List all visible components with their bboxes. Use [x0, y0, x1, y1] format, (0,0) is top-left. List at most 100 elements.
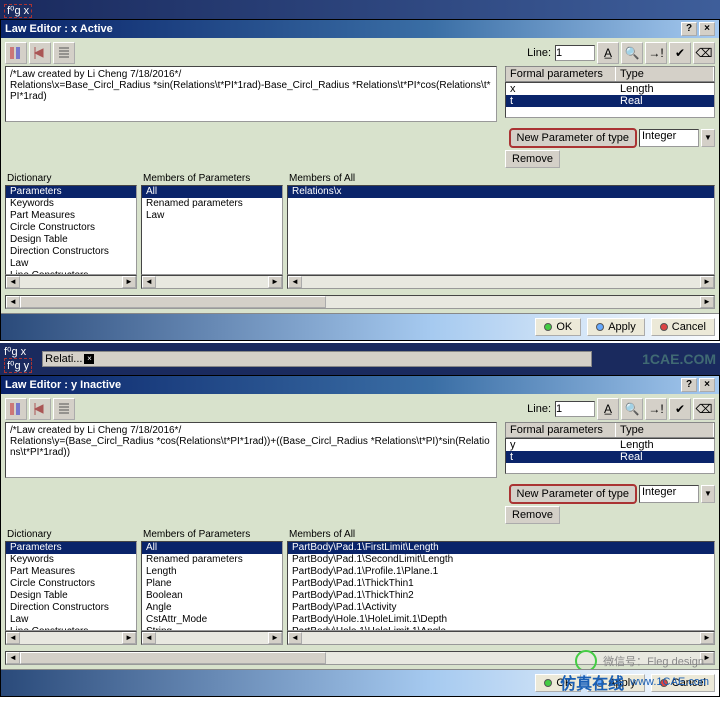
window-title: Law Editor : y Inactive [5, 379, 121, 391]
members-all-header: Members of All [287, 528, 715, 541]
tool-btn-2[interactable] [29, 398, 51, 420]
type-dropdown-arrow[interactable]: ▼ [701, 129, 715, 147]
fp-list[interactable]: yLength tReal [505, 438, 715, 474]
close-button[interactable]: × [699, 22, 715, 36]
tool-arrow-btn[interactable]: →! [645, 42, 667, 64]
fog-x-label: f⁰g x [4, 4, 32, 18]
fp-list[interactable]: xLength tReal [505, 82, 715, 118]
list-item: PartBody\Hole.1\HoleLimit.1\Depth [288, 614, 714, 626]
members-params-list[interactable]: All Renamed parameters Law [141, 185, 283, 275]
hscroll[interactable]: ◄► [287, 631, 715, 645]
list-item: Circle Constructors [6, 222, 136, 234]
tool-check-btn[interactable]: ✔ [669, 42, 691, 64]
remove-button[interactable]: Remove [505, 506, 560, 524]
list-item: Design Table [6, 234, 136, 246]
list-item: CstAttr_Mode [142, 614, 282, 626]
new-parameter-button[interactable]: New Parameter of type [509, 128, 638, 148]
list-item: Renamed parameters [142, 554, 282, 566]
tool-font-btn[interactable]: A̲ [597, 42, 619, 64]
apply-button[interactable]: Apply [587, 318, 645, 336]
members-params-header: Members of Parameters [141, 528, 283, 541]
list-item: Law [6, 258, 136, 270]
mid-strip: f⁰g x f⁰g y Relati... × 1CAE.COM [0, 343, 720, 375]
tool-find-btn[interactable]: 🔍 [621, 398, 643, 420]
cancel-icon [660, 323, 668, 331]
list-item: Length [142, 566, 282, 578]
close-icon[interactable]: × [84, 354, 94, 364]
tool-btn-1[interactable] [5, 398, 27, 420]
remove-button[interactable]: Remove [505, 150, 560, 168]
list-item: PartBody\Pad.1\Activity [288, 602, 714, 614]
members-params-list[interactable]: All Renamed parameters Length Plane Bool… [141, 541, 283, 631]
tool-btn-3[interactable] [53, 398, 75, 420]
list-item: PartBody\Pad.1\Profile.1\Plane.1 [288, 566, 714, 578]
tool-eraser-btn[interactable]: ⌫ [693, 398, 715, 420]
dialog-footer: OK Apply Cancel 仿真在线 www.1CAE.com [1, 669, 719, 696]
fp-row: tReal [506, 95, 714, 107]
list-item: PartBody\Pad.1\FirstLimit\Length [288, 542, 714, 554]
apply-icon [596, 323, 604, 331]
fp-row: yLength [506, 439, 714, 451]
list-item: PartBody\Pad.1\ThickThin2 [288, 590, 714, 602]
line-input[interactable] [555, 401, 595, 417]
type-select[interactable]: Integer [639, 485, 699, 503]
law-editor-x-window: Law Editor : x Active ? × Line: A̲ 🔍 →! … [0, 19, 720, 341]
new-parameter-button[interactable]: New Parameter of type [509, 484, 638, 504]
list-item: Design Table [6, 590, 136, 602]
hscroll[interactable]: ◄► [141, 631, 283, 645]
main-hscroll[interactable]: ◄► [5, 295, 715, 309]
list-item: Part Measures [6, 566, 136, 578]
type-dropdown-arrow[interactable]: ▼ [701, 485, 715, 503]
tool-btn-2[interactable] [29, 42, 51, 64]
fp-row: xLength [506, 83, 714, 95]
dictionary-list[interactable]: Parameters Keywords Part Measures Circle… [5, 541, 137, 631]
tool-btn-1[interactable] [5, 42, 27, 64]
dialog-footer: OK Apply Cancel [1, 313, 719, 340]
formula-textarea[interactable]: /*Law created by Li Cheng 7/18/2016*/ Re… [5, 422, 497, 478]
help-button[interactable]: ? [681, 22, 697, 36]
relations-toolbar[interactable]: Relati... × [42, 351, 592, 367]
hscroll[interactable]: ◄► [5, 275, 137, 289]
formula-textarea[interactable]: /*Law created by Li Cheng 7/18/2016*/ Re… [5, 66, 497, 122]
members-params-header: Members of Parameters [141, 172, 283, 185]
ok-button[interactable]: OK [535, 318, 581, 336]
tool-eraser-btn[interactable]: ⌫ [693, 42, 715, 64]
list-item: Relations\x [288, 186, 714, 198]
close-button[interactable]: × [699, 378, 715, 392]
list-item: Parameters [6, 186, 136, 198]
hscroll[interactable]: ◄► [141, 275, 283, 289]
list-item: Boolean [142, 590, 282, 602]
fp-col-name: Formal parameters [506, 67, 616, 81]
law-editor-y-window: Law Editor : y Inactive ? × Line: A̲ 🔍 →… [0, 375, 720, 697]
members-all-list[interactable]: PartBody\Pad.1\FirstLimit\Length PartBod… [287, 541, 715, 631]
fp-header: Formal parameters Type [505, 66, 715, 82]
watermark-1cae: 1CAE.COM [642, 351, 716, 367]
tool-find-btn[interactable]: 🔍 [621, 42, 643, 64]
main-hscroll[interactable]: ◄► 微信号：Fleg design [5, 651, 715, 665]
members-all-header: Members of All [287, 172, 715, 185]
list-item: Renamed parameters [142, 198, 282, 210]
tool-font-btn[interactable]: A̲ [597, 398, 619, 420]
fp-header: Formal parameters Type [505, 422, 715, 438]
members-all-list[interactable]: Relations\x [287, 185, 715, 275]
list-item: Direction Constructors [6, 246, 136, 258]
list-item: Angle [142, 602, 282, 614]
line-input[interactable] [555, 45, 595, 61]
hscroll[interactable]: ◄► [287, 275, 715, 289]
hscroll[interactable]: ◄► [5, 631, 137, 645]
tool-check-btn[interactable]: ✔ [669, 398, 691, 420]
list-item: PartBody\Pad.1\ThickThin1 [288, 578, 714, 590]
list-item: PartBody\Pad.1\SecondLimit\Length [288, 554, 714, 566]
tool-arrow-btn[interactable]: →! [645, 398, 667, 420]
dictionary-list[interactable]: Parameters Keywords Part Measures Circle… [5, 185, 137, 275]
cancel-button[interactable]: Cancel [651, 318, 715, 336]
help-button[interactable]: ? [681, 378, 697, 392]
titlebar-y[interactable]: Law Editor : y Inactive ? × [1, 376, 719, 394]
dictionary-header: Dictionary [5, 528, 137, 541]
titlebar-x[interactable]: Law Editor : x Active ? × [1, 20, 719, 38]
tool-btn-3[interactable] [53, 42, 75, 64]
site-url: www.1CAE.com [630, 676, 709, 688]
type-select[interactable]: Integer [639, 129, 699, 147]
fp-col-type: Type [616, 423, 714, 437]
window-title: Law Editor : x Active [5, 23, 113, 35]
